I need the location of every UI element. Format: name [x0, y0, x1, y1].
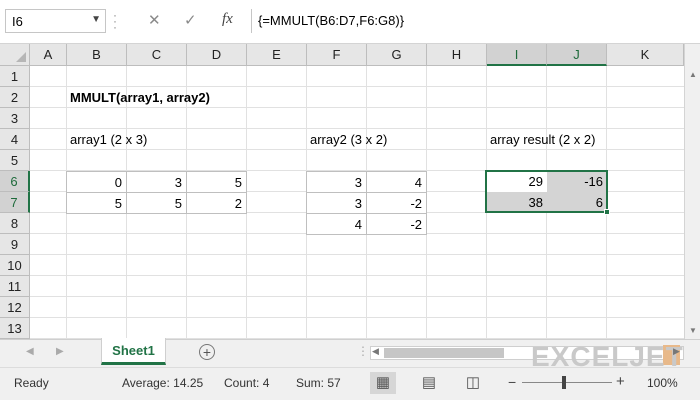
array1-cell[interactable]: 5 — [126, 192, 187, 214]
row-header-10[interactable]: 10 — [0, 255, 30, 276]
grid-line — [30, 275, 684, 276]
column-header-K[interactable]: K — [607, 44, 684, 66]
column-header-H[interactable]: H — [427, 44, 487, 66]
row-header-4[interactable]: 4 — [0, 129, 30, 150]
grid-line — [30, 254, 684, 255]
row-header-8[interactable]: 8 — [0, 213, 30, 234]
column-header-A[interactable]: A — [30, 44, 67, 66]
column-header-J[interactable]: J — [547, 44, 607, 66]
row-header-5[interactable]: 5 — [0, 150, 30, 171]
column-header-I[interactable]: I — [487, 44, 547, 66]
row-header-13[interactable]: 13 — [0, 318, 30, 339]
array2-cell[interactable]: 3 — [306, 171, 367, 193]
function-icon[interactable]: fx — [222, 11, 233, 28]
array2-label: array2 (3 x 2) — [310, 132, 388, 147]
zoom-level[interactable]: 100% — [647, 376, 678, 390]
add-sheet-icon[interactable]: + — [199, 344, 215, 360]
zoom-out-icon[interactable]: − — [508, 374, 516, 390]
column-header-E[interactable]: E — [247, 44, 307, 66]
scroll-up-icon[interactable]: ▲ — [685, 70, 700, 79]
result-label: array result (2 x 2) — [490, 132, 596, 147]
scroll-down-icon[interactable]: ▼ — [685, 326, 700, 335]
array2-cell[interactable]: 4 — [366, 171, 427, 193]
row-header-9[interactable]: 9 — [0, 234, 30, 255]
grid-line — [30, 317, 684, 318]
zoom-in-icon[interactable]: + — [616, 373, 625, 390]
selection-border — [485, 170, 608, 213]
row-header-7[interactable]: 7 — [0, 192, 30, 213]
zoom-slider-thumb[interactable] — [562, 376, 566, 389]
tab-scroll-right-icon[interactable]: ▶ — [56, 346, 64, 357]
array2-cell[interactable]: 4 — [306, 213, 367, 235]
array2-cell[interactable]: 3 — [306, 192, 367, 214]
cancel-icon[interactable]: ✕ — [148, 11, 161, 29]
row-header-11[interactable]: 11 — [0, 276, 30, 297]
fill-handle[interactable] — [604, 209, 610, 215]
array1-cell[interactable]: 0 — [66, 171, 127, 193]
formula-input[interactable]: {=MMULT(B6:D7,F6:G8)} — [251, 9, 700, 33]
array2-cell[interactable]: -2 — [366, 192, 427, 214]
array1-cell[interactable]: 5 — [66, 192, 127, 214]
column-header-G[interactable]: G — [367, 44, 427, 66]
array1-cell[interactable]: 2 — [186, 192, 247, 214]
row-header-6[interactable]: 6 — [0, 171, 30, 192]
array2-cell[interactable]: -2 — [366, 213, 427, 235]
status-sum: Sum: 57 — [296, 376, 341, 390]
array1-label: array1 (2 x 3) — [70, 132, 148, 147]
enter-icon[interactable]: ✓ — [184, 11, 197, 29]
horizontal-scroll-thumb[interactable] — [384, 348, 504, 358]
array1-cell[interactable]: 3 — [126, 171, 187, 193]
tab-sheet1[interactable]: Sheet1 — [101, 338, 166, 365]
hscroll-right-icon[interactable]: ▶ — [673, 346, 680, 357]
row-header-12[interactable]: 12 — [0, 297, 30, 318]
row-header-2[interactable]: 2 — [0, 87, 30, 108]
row-header-1[interactable]: 1 — [0, 66, 30, 87]
column-header-F[interactable]: F — [307, 44, 367, 66]
name-box-value: I6 — [12, 14, 23, 29]
status-count: Count: 4 — [224, 376, 270, 390]
grid-line — [30, 296, 684, 297]
column-header-B[interactable]: B — [67, 44, 127, 66]
column-header-D[interactable]: D — [187, 44, 247, 66]
status-bar — [0, 367, 700, 400]
formula-bar-grip-icon[interactable]: · · · — [113, 9, 117, 33]
sheet-title: MMULT(array1, array2) — [70, 90, 210, 105]
hscroll-left-icon[interactable]: ◀ — [372, 346, 379, 357]
normal-view-icon[interactable]: ▦ — [370, 372, 396, 394]
split-grip-icon[interactable]: ⋮ — [357, 344, 369, 358]
array1-cell[interactable]: 5 — [186, 171, 247, 193]
page-layout-icon[interactable]: ▤ — [416, 372, 442, 394]
vertical-scrollbar[interactable]: ▲ ▼ — [684, 44, 700, 339]
tab-scroll-left-icon[interactable]: ◀ — [26, 346, 34, 357]
formula-text: {=MMULT(B6:D7,F6:G8)} — [258, 13, 405, 28]
row-header-3[interactable]: 3 — [0, 108, 30, 129]
status-mode: Ready — [14, 376, 49, 390]
name-box[interactable]: I6 ▼ — [5, 9, 106, 33]
zoom-slider-track[interactable] — [522, 382, 612, 383]
select-all-corner[interactable] — [0, 44, 30, 66]
column-header-C[interactable]: C — [127, 44, 187, 66]
page-break-icon[interactable]: ◫ — [460, 372, 486, 394]
name-box-dropdown-icon[interactable]: ▼ — [91, 14, 101, 25]
status-average: Average: 14.25 — [122, 376, 204, 390]
